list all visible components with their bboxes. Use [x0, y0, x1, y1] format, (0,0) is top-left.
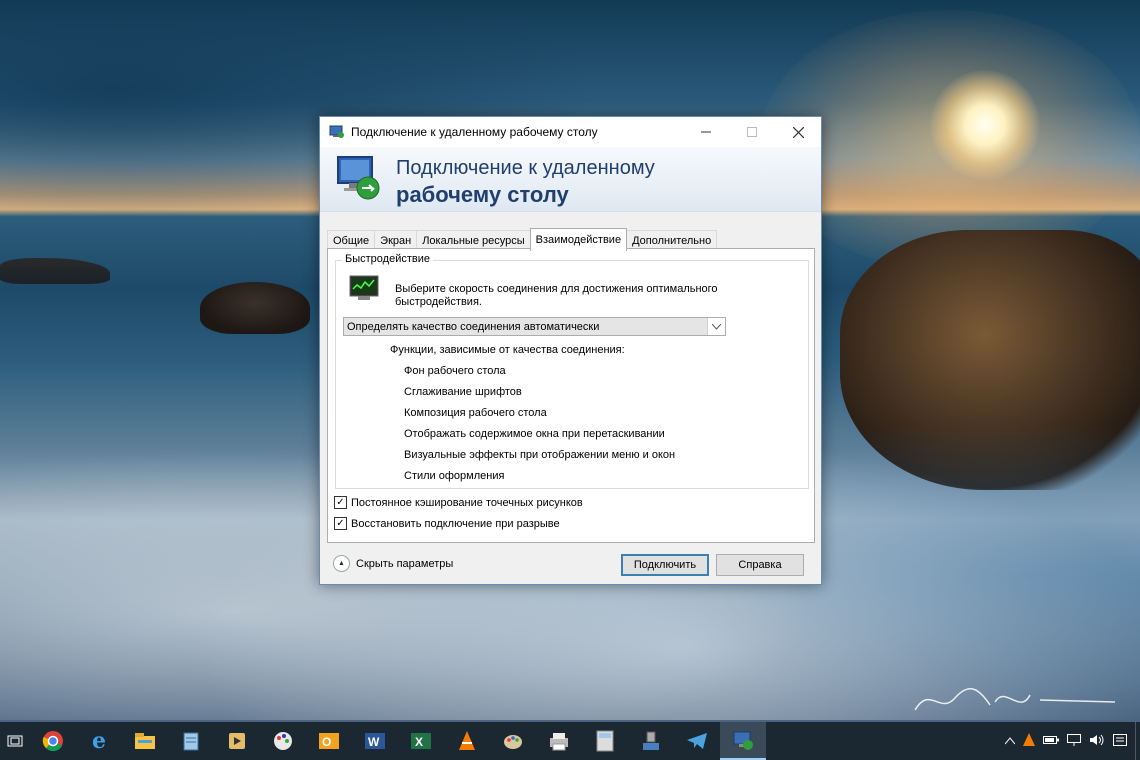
remote-desktop-dialog: Подключение к удаленному рабочему столу …	[319, 116, 822, 585]
bitmap-caching-checkbox[interactable]: ✓	[334, 496, 347, 509]
vlc-tray-icon[interactable]	[1023, 732, 1035, 750]
performance-group: Быстродействие Выберите скорость соедине…	[335, 253, 809, 489]
dialog-banner: Подключение к удаленному рабочему столу	[320, 147, 821, 212]
tab-display[interactable]: Экран	[374, 230, 418, 250]
chevron-up-icon[interactable]	[1004, 734, 1016, 748]
svg-text:X: X	[415, 735, 423, 749]
sun	[930, 70, 1040, 180]
word-icon[interactable]: W	[352, 722, 398, 760]
reconnect-label: Восстановить подключение при разрыве	[351, 517, 560, 530]
tab-local-resources[interactable]: Локальные ресурсы	[416, 230, 531, 250]
svg-text:W: W	[368, 735, 380, 749]
rock-left	[200, 282, 310, 334]
performance-monitor-icon	[349, 275, 379, 301]
printer-icon[interactable]	[536, 722, 582, 760]
remote-desktop-taskbar-icon[interactable]	[720, 722, 766, 760]
feature-item: Отображать содержимое окна при перетаски…	[404, 428, 665, 440]
window-title: Подключение к удаленному рабочему столу	[351, 125, 598, 139]
outlook-icon[interactable]: O	[306, 722, 352, 760]
feature-item: Стили оформления	[404, 470, 505, 482]
minimize-button[interactable]	[683, 117, 729, 147]
connection-speed-select[interactable]: Определять качество соединения автоматич…	[343, 317, 726, 336]
chrome-icon[interactable]	[30, 722, 76, 760]
hide-options-label: Скрыть параметры	[356, 557, 454, 570]
svg-text:O: O	[322, 735, 331, 749]
performance-description: Выберите скорость соединения для достиже…	[395, 283, 718, 308]
banner-title-line1: Подключение к удаленному	[396, 157, 655, 179]
tab-experience[interactable]: Взаимодействие	[529, 228, 628, 251]
features-title: Функции, зависимые от качества соединени…	[390, 344, 625, 356]
connection-speed-value: Определять качество соединения автоматич…	[347, 320, 600, 333]
connect-button[interactable]: Подключить	[621, 554, 709, 576]
internet-explorer-icon[interactable]: e	[76, 722, 122, 760]
vlc-icon[interactable]	[444, 722, 490, 760]
calculator-icon[interactable]	[582, 722, 628, 760]
feature-item: Сглаживание шрифтов	[404, 386, 522, 398]
bitmap-caching-option[interactable]: ✓ Постоянное кэширование точечных рисунк…	[334, 496, 583, 509]
paint-brush-icon[interactable]	[490, 722, 536, 760]
remote-desktop-large-icon	[334, 153, 384, 203]
tab-advanced[interactable]: Дополнительно	[626, 230, 718, 250]
close-button[interactable]	[775, 117, 821, 147]
paint-icon[interactable]	[260, 722, 306, 760]
telegram-icon[interactable]	[674, 722, 720, 760]
taskbar: e O W X	[0, 722, 1140, 760]
banner-title-line2: рабочему столу	[396, 182, 569, 207]
network-icon[interactable]	[628, 722, 674, 760]
language-icon[interactable]	[1113, 733, 1127, 749]
network-tray-icon[interactable]	[1067, 733, 1081, 749]
media-player-icon[interactable]	[214, 722, 260, 760]
tab-general[interactable]: Общие	[327, 230, 376, 250]
tab-panel-experience: Быстродействие Выберите скорость соедине…	[327, 248, 815, 543]
task-view-icon[interactable]	[0, 722, 30, 760]
photographer-signature	[910, 680, 1120, 722]
tab-strip: Общие Экран Локальные ресурсы Взаимодейс…	[327, 228, 718, 251]
feature-item: Визуальные эффекты при отображении меню …	[404, 449, 676, 461]
battery-icon[interactable]	[1043, 734, 1059, 748]
feature-item: Фон рабочего стола	[404, 365, 506, 377]
remote-desktop-icon	[329, 125, 345, 139]
dialog-footer: ▲ Скрыть параметры Подключить Справка	[320, 541, 821, 584]
maximize-button[interactable]	[729, 117, 775, 147]
volume-icon[interactable]	[1089, 734, 1105, 749]
system-tray	[1001, 722, 1140, 760]
chevron-down-icon[interactable]	[707, 318, 725, 335]
feature-item: Композиция рабочего стола	[404, 407, 547, 419]
show-desktop-button[interactable]	[1135, 722, 1140, 760]
performance-group-title: Быстродействие	[342, 253, 433, 265]
help-button[interactable]: Справка	[716, 554, 804, 576]
reconnect-option[interactable]: ✓ Восстановить подключение при разрыве	[334, 517, 560, 530]
title-bar[interactable]: Подключение к удаленному рабочему столу	[320, 117, 821, 147]
excel-icon[interactable]: X	[398, 722, 444, 760]
bitmap-caching-label: Постоянное кэширование точечных рисунков	[351, 496, 583, 509]
file-explorer-icon[interactable]	[122, 722, 168, 760]
hide-options-toggle[interactable]: ▲ Скрыть параметры	[333, 555, 453, 572]
notepad-icon[interactable]	[168, 722, 214, 760]
reconnect-checkbox[interactable]: ✓	[334, 517, 347, 530]
chevron-up-icon[interactable]: ▲	[333, 555, 350, 572]
rock-left-far	[0, 258, 110, 284]
